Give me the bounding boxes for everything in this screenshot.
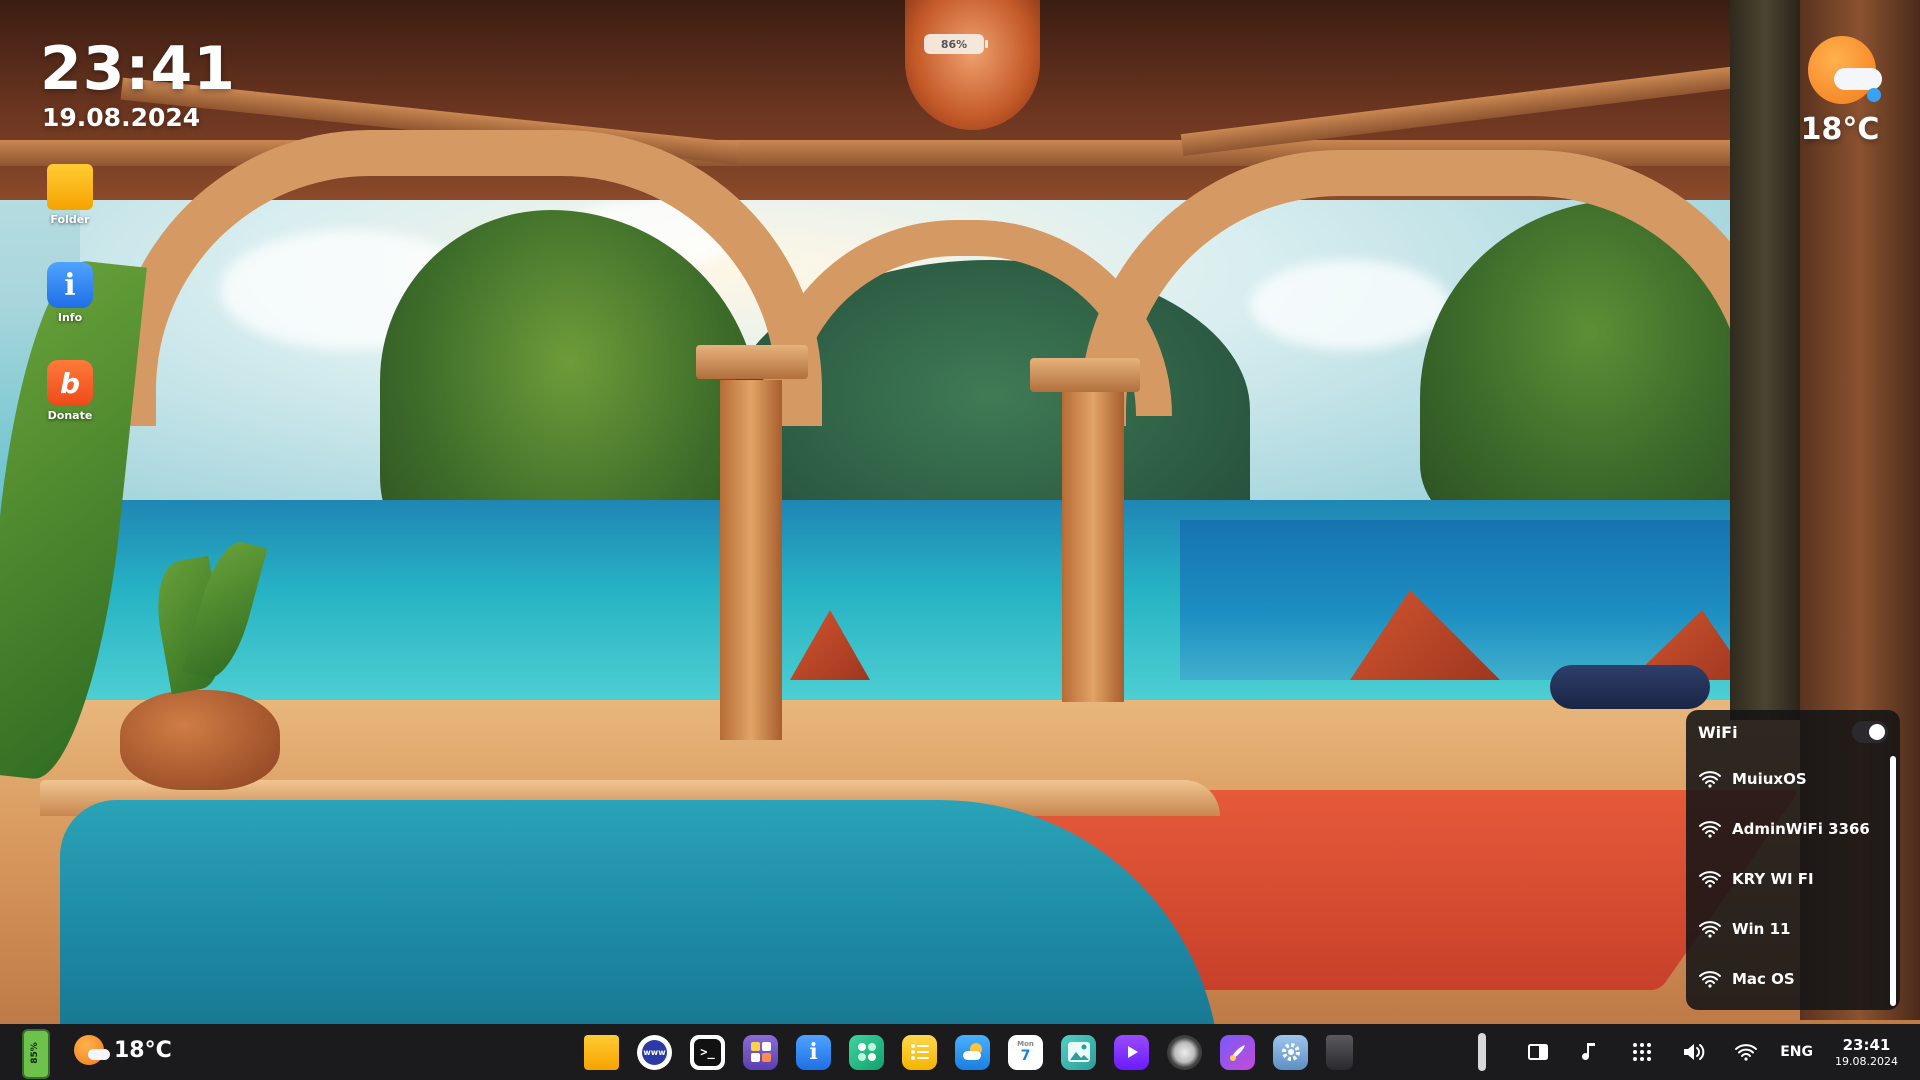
wifi-network-item[interactable]: AdminWiFi 3366 <box>1686 804 1900 854</box>
taskbar-weather-temperature: 18°C <box>114 1037 172 1063</box>
desktop-icon-info[interactable]: i Info <box>40 262 100 324</box>
wifi-network-item[interactable]: KRY WI FI <box>1686 854 1900 904</box>
volume-icon <box>1684 1044 1705 1060</box>
wifi-network-item[interactable]: MuiuxOS <box>1686 754 1900 804</box>
weather-widget[interactable]: 18°C <box>1790 30 1890 147</box>
volume-button[interactable] <box>1676 1034 1712 1070</box>
system-tray: ENG 23:41 19.08.2024 <box>1478 1024 1920 1080</box>
sun-cloud-icon <box>74 1035 110 1065</box>
wifi-network-name: MuiuxOS <box>1732 770 1807 788</box>
language-indicator[interactable]: ENG <box>1780 1044 1813 1060</box>
wifi-icon <box>1735 1044 1758 1061</box>
clock-date: 19.08.2024 <box>42 103 201 132</box>
dock-app-settings[interactable] <box>1273 1034 1308 1070</box>
wifi-signal-icon <box>1699 771 1721 788</box>
app-grid-icon <box>1633 1043 1652 1061</box>
tray-time: 23:41 <box>1842 1035 1891 1054</box>
desktop-icon-label: Folder <box>50 213 90 226</box>
weather-icon <box>962 1043 982 1060</box>
desktop-icon-folder[interactable]: Folder <box>40 164 100 226</box>
calculator-icon <box>750 1042 771 1062</box>
tray-date: 19.08.2024 <box>1835 1054 1898 1068</box>
calendar-icon: 7 <box>1020 1048 1031 1064</box>
info-icon: i <box>809 1039 818 1065</box>
tray-clock[interactable]: 23:41 19.08.2024 <box>1835 1036 1898 1069</box>
clock-time: 23:41 <box>40 34 236 104</box>
photos-icon <box>1067 1042 1090 1062</box>
music-button[interactable] <box>1572 1034 1608 1070</box>
dock-app-video[interactable] <box>1114 1034 1149 1070</box>
battery-percent: 85% <box>30 1042 40 1064</box>
dock-app-store[interactable] <box>849 1034 884 1070</box>
wifi-signal-icon <box>1699 971 1721 988</box>
dock-app-weather[interactable] <box>955 1034 990 1070</box>
desktop-icon-donate[interactable]: b Donate <box>40 360 100 422</box>
wifi-network-item[interactable]: Mac OS <box>1686 954 1900 1004</box>
wifi-network-item[interactable]: Win 11 <box>1686 904 1900 954</box>
dock-app-camera[interactable] <box>1167 1034 1202 1070</box>
battery-indicator[interactable]: 85% <box>22 1029 50 1079</box>
calendar-day-label: Mon <box>1017 1040 1034 1048</box>
dock-app-terminal[interactable]: >_ <box>690 1034 725 1070</box>
taskbar: 85% 18°C www >_ i Mon 7 ENG 23:41 19.08.… <box>0 1024 1920 1080</box>
wifi-signal-icon <box>1699 921 1721 938</box>
window-switcher-button[interactable] <box>1520 1034 1556 1070</box>
wifi-panel-header: WiFi <box>1686 710 1900 754</box>
dock-app-browser[interactable]: www <box>637 1034 672 1070</box>
weather-temperature: 18°C <box>1800 112 1880 147</box>
paint-icon <box>1229 1045 1245 1061</box>
dock-app-photos[interactable] <box>1061 1034 1096 1070</box>
wifi-network-name: KRY WI FI <box>1732 870 1814 888</box>
wifi-tray-button[interactable] <box>1728 1034 1764 1070</box>
dock-app-paint[interactable] <box>1220 1034 1255 1070</box>
wifi-toggle[interactable] <box>1852 721 1888 743</box>
dock-app-info[interactable]: i <box>796 1034 831 1070</box>
dock-app-trash[interactable] <box>1326 1034 1353 1070</box>
clock-widget: 23:41 19.08.2024 <box>40 34 236 132</box>
sun-cloud-icon <box>1802 30 1882 106</box>
dock: www >_ i Mon 7 <box>584 1034 1353 1070</box>
folder-icon <box>47 164 93 210</box>
dock-app-calculator[interactable] <box>743 1034 778 1070</box>
wifi-network-name: AdminWiFi 3366 <box>1732 820 1870 838</box>
donate-icon: b <box>47 360 93 406</box>
wifi-list-scrollbar[interactable] <box>1890 756 1896 1006</box>
settings-icon <box>1281 1043 1300 1061</box>
lantern-badge: 86% <box>924 34 988 54</box>
wifi-network-list: MuiuxOS AdminWiFi 3366 KRY WI FI Win 11 … <box>1686 754 1900 1004</box>
wifi-network-name: Win 11 <box>1732 920 1791 938</box>
play-icon <box>1127 1046 1138 1058</box>
dock-app-notes[interactable] <box>902 1034 937 1070</box>
desktop-icon-label: Info <box>57 311 83 324</box>
info-icon: i <box>47 262 93 308</box>
wifi-signal-icon <box>1699 871 1721 888</box>
desktop-icon-label: Donate <box>47 409 93 422</box>
terminal-icon: >_ <box>694 1038 721 1066</box>
app-grid-button[interactable] <box>1624 1034 1660 1070</box>
tray-separator <box>1478 1033 1487 1071</box>
notes-list-icon <box>910 1044 929 1060</box>
apps-icon <box>857 1043 876 1061</box>
dock-app-folder[interactable] <box>584 1034 619 1070</box>
windows-panel-icon <box>1528 1044 1549 1060</box>
wifi-signal-icon <box>1699 821 1721 838</box>
dock-app-calendar[interactable]: Mon 7 <box>1008 1034 1043 1070</box>
wifi-panel-title: WiFi <box>1698 722 1738 742</box>
music-note-icon <box>1582 1043 1596 1061</box>
wifi-panel: WiFi MuiuxOS AdminWiFi 3366 KRY WI FI Wi… <box>1686 710 1900 1010</box>
www-globe-icon: www <box>642 1039 667 1065</box>
taskbar-weather[interactable]: 18°C <box>74 1035 172 1065</box>
desktop-wallpaper: 86% <box>0 0 1920 1080</box>
wifi-network-name: Mac OS <box>1732 970 1795 988</box>
